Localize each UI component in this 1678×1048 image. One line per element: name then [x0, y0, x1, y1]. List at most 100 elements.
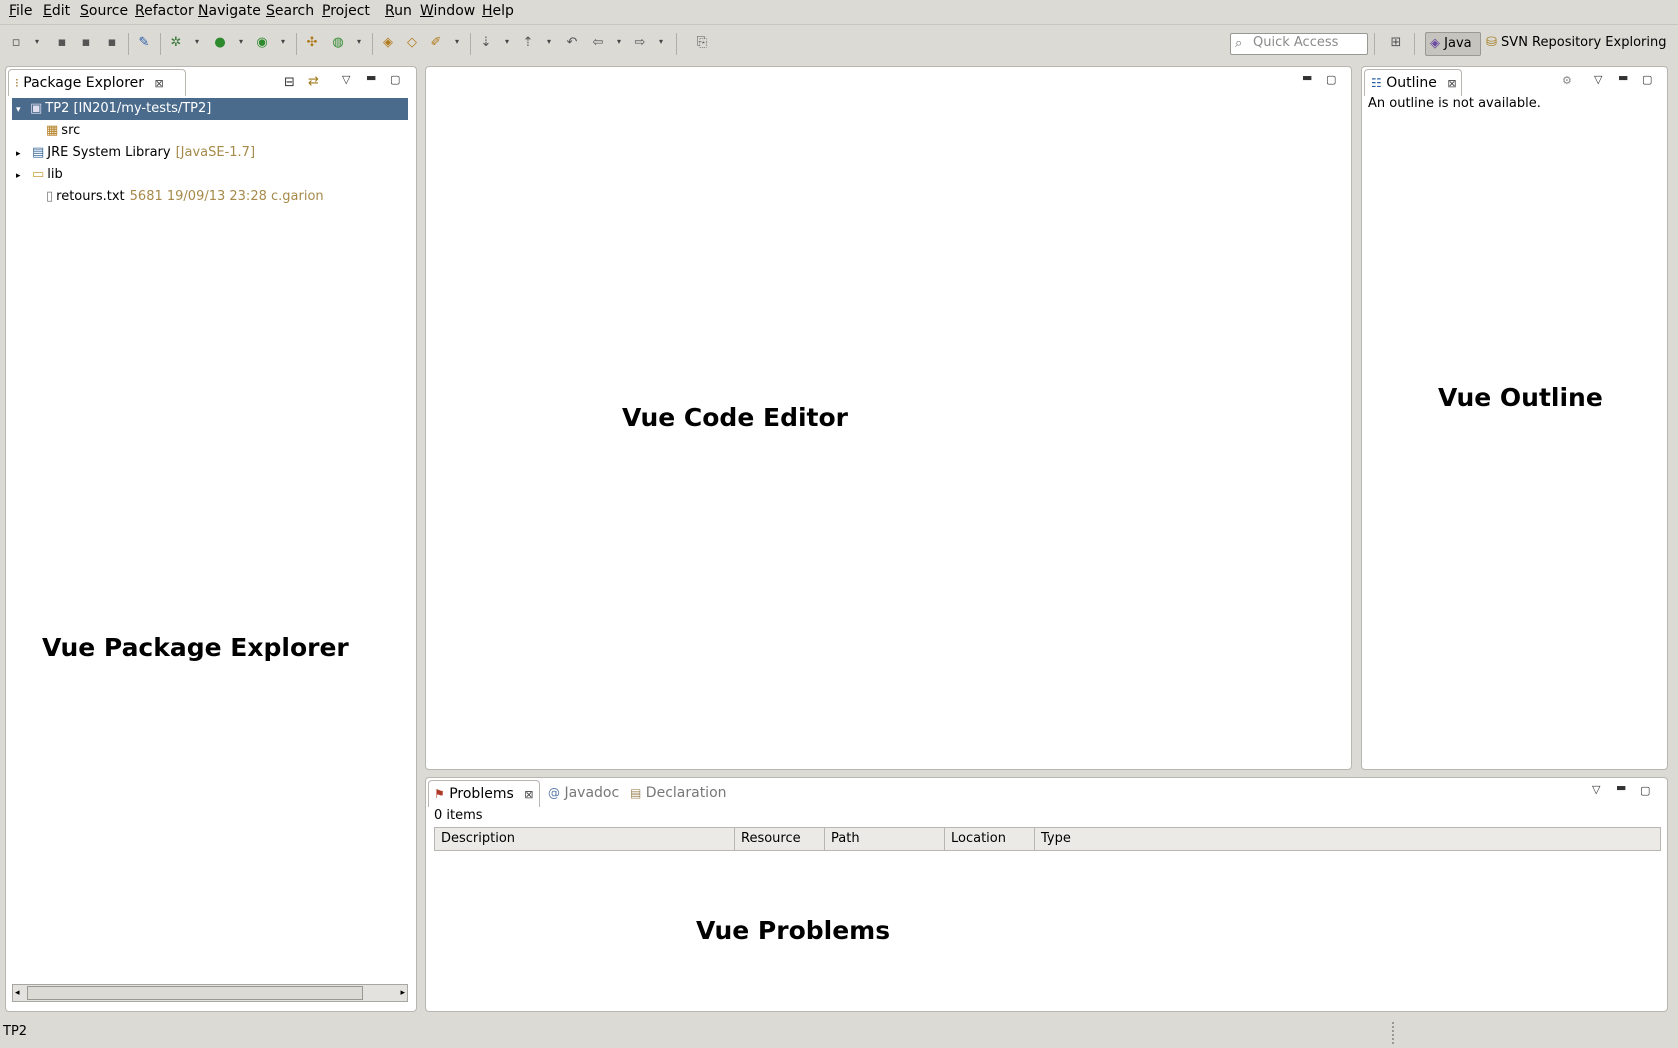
maximize-icon[interactable]: ▢ [1640, 784, 1650, 797]
menu-search[interactable]: Search [266, 3, 314, 19]
menu-project[interactable]: Project [322, 3, 370, 19]
new-java-class-icon[interactable]: ◍ [330, 35, 346, 51]
column-resource[interactable]: Resource [735, 828, 825, 850]
code-editor-panel[interactable]: ▬ ▢ Vue Code Editor [425, 66, 1352, 770]
external-tools-dropdown-icon[interactable]: ▾ [279, 37, 287, 47]
save-icon[interactable]: ▪ [54, 35, 70, 51]
tree-item[interactable]: ▦ src [12, 120, 80, 142]
editor-maximize-icon[interactable]: ▢ [1326, 73, 1336, 86]
outline-toolbar-icon[interactable]: ⚙ [1562, 74, 1572, 87]
menu-edit[interactable]: Edit [43, 3, 70, 19]
minimize-icon[interactable]: ▬ [1618, 71, 1628, 84]
collapsed-arrow-icon[interactable]: ▸ [16, 165, 30, 187]
scroll-left-icon[interactable]: ◂ [15, 985, 20, 1001]
open-perspective-icon[interactable]: ⊞ [1388, 35, 1404, 51]
column-description[interactable]: Description [435, 828, 735, 850]
tree-item[interactable]: ▸ ▭ lib [12, 164, 63, 186]
column-path[interactable]: Path [825, 828, 945, 850]
problems-icon: ⚑ [434, 787, 445, 801]
menu-source[interactable]: Source [80, 3, 128, 19]
previous-annotation-icon[interactable]: ⇡ [520, 35, 536, 51]
collapse-all-icon[interactable]: ⊟ [284, 75, 295, 90]
tree-item-decoration: [JavaSE-1.7] [175, 145, 256, 160]
menu-help[interactable]: Help [482, 3, 514, 19]
view-menu-icon[interactable]: ▽ [342, 73, 350, 86]
minimize-icon[interactable]: ▬ [1616, 781, 1626, 794]
perspective-svn-button[interactable]: ⛁ SVN Repository Exploring [1486, 32, 1666, 54]
new-class-dropdown-icon[interactable]: ▾ [355, 37, 363, 47]
close-icon[interactable]: ⊠ [1447, 77, 1456, 90]
editor-minimize-icon[interactable]: ▬ [1302, 71, 1312, 84]
back-dropdown-icon[interactable]: ▾ [615, 37, 623, 47]
open-type-icon[interactable]: ◈ [380, 35, 396, 51]
horizontal-scrollbar[interactable]: ◂ ▸ [12, 984, 408, 1002]
column-location[interactable]: Location [945, 828, 1035, 850]
new-java-package-icon[interactable]: ✣ [304, 35, 320, 51]
scrollbar-thumb[interactable] [27, 986, 363, 1000]
tab-declaration[interactable]: ▤ Declaration [630, 780, 727, 806]
status-bar: TP2 [0, 1018, 1678, 1048]
search-dropdown-icon[interactable]: ▾ [453, 37, 461, 47]
toolbar-separator [1374, 33, 1375, 55]
maximize-icon[interactable]: ▢ [1642, 73, 1652, 86]
maximize-icon[interactable]: ▢ [390, 73, 400, 86]
new-dropdown-icon[interactable]: ▾ [33, 37, 41, 47]
minimize-icon[interactable]: ▬ [366, 71, 376, 84]
debug-icon[interactable]: ✲ [168, 35, 184, 51]
view-menu-icon[interactable]: ▽ [1594, 73, 1602, 86]
menu-run[interactable]: Run [385, 3, 412, 19]
previous-annotation-dropdown-icon[interactable]: ▾ [545, 37, 553, 47]
last-edit-location-icon[interactable]: ↶ [564, 35, 580, 51]
new-icon[interactable]: ▫ [8, 35, 24, 51]
menu-window[interactable]: Window [420, 3, 475, 19]
status-text: TP2 [3, 1024, 28, 1039]
search-tool-icon[interactable]: ✐ [428, 35, 444, 51]
close-icon[interactable]: ⊠ [524, 788, 533, 801]
perspective-java-button[interactable]: ◈ Java [1425, 32, 1481, 56]
view-menu-icon[interactable]: ▽ [1592, 783, 1600, 796]
toolbar-separator [676, 33, 677, 55]
tree-item[interactable]: ▯ retours.txt 5681 19/09/13 23:28 c.garion [12, 186, 324, 208]
library-icon: ▤ [32, 145, 45, 160]
scroll-right-icon[interactable]: ▸ [400, 985, 405, 1001]
package-explorer-panel: ⁝ Package Explorer ⊠ ⊟ ⇄ ▽ ▬ ▢ ▾ ▣ TP2 [IN… [5, 66, 417, 1012]
back-icon[interactable]: ⇦ [590, 35, 606, 51]
package-tree: ▾ ▣ TP2 [IN201/my-tests/TP2] ▦ src ▸ ▤ JRE Syst… [6, 95, 416, 955]
next-annotation-dropdown-icon[interactable]: ▾ [503, 37, 511, 47]
menu-navigate[interactable]: Navigate [198, 3, 261, 19]
column-type[interactable]: Type [1035, 828, 1660, 850]
tab-problems[interactable]: ⚑ Problems ⊠ [428, 780, 540, 807]
save-all-icon[interactable]: ▪ [78, 35, 94, 51]
run-icon[interactable]: ● [212, 35, 228, 51]
forward-dropdown-icon[interactable]: ▾ [657, 37, 665, 47]
pin-editor-icon[interactable]: ⎘ [694, 35, 710, 51]
skip-breakpoints-icon[interactable]: ✎ [136, 35, 152, 51]
tree-item[interactable]: ▾ ▣ TP2 [IN201/my-tests/TP2] [12, 98, 408, 120]
link-with-editor-icon[interactable]: ⇄ [308, 74, 319, 89]
collapsed-arrow-icon[interactable]: ▸ [16, 143, 30, 165]
tab-javadoc[interactable]: @ Javadoc [548, 780, 619, 806]
close-icon[interactable]: ⊠ [155, 77, 164, 90]
toolbar-separator [296, 33, 297, 55]
tab-package-explorer[interactable]: ⁝ Package Explorer ⊠ [8, 69, 186, 96]
debug-dropdown-icon[interactable]: ▾ [193, 37, 201, 47]
menu-file[interactable]: File [9, 3, 32, 19]
run-dropdown-icon[interactable]: ▾ [237, 37, 245, 47]
problems-overlay-label: Vue Problems [696, 916, 891, 945]
forward-icon[interactable]: ⇨ [632, 35, 648, 51]
tree-item[interactable]: ▸ ▤ JRE System Library [JavaSE-1.7] [12, 142, 255, 164]
tree-item-decoration: 5681 19/09/13 23:28 c.garion [129, 189, 324, 204]
outline-tab-label: Outline [1386, 75, 1437, 91]
open-task-icon[interactable]: ◇ [404, 35, 420, 51]
external-tools-icon[interactable]: ◉ [254, 35, 270, 51]
expanded-arrow-icon[interactable]: ▾ [16, 99, 30, 121]
source-folder-icon: ▦ [46, 123, 59, 138]
status-separator [1392, 1022, 1396, 1044]
menu-refactor[interactable]: Refactor [135, 3, 194, 19]
tab-outline[interactable]: ☷ Outline ⊠ [1364, 69, 1462, 96]
next-annotation-icon[interactable]: ⇣ [478, 35, 494, 51]
quick-access-input[interactable]: ⌕ Quick Access [1230, 33, 1368, 55]
java-perspective-icon: ◈ [1430, 36, 1440, 51]
print-icon[interactable]: ▪ [104, 35, 120, 51]
code-editor-overlay-label: Vue Code Editor [622, 403, 848, 432]
